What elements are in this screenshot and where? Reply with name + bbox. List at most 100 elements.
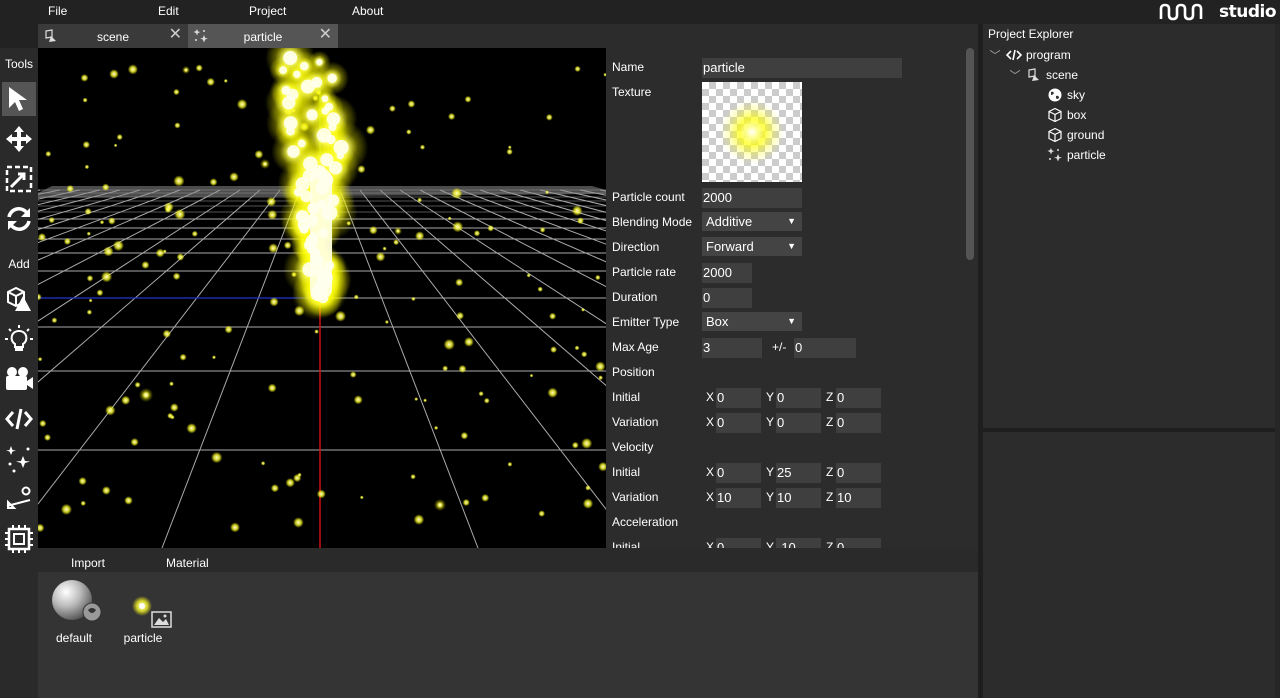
close-icon[interactable]: ✕ [169, 27, 182, 43]
grid-line [499, 189, 606, 222]
chevron-down-icon[interactable]: ﹀ [988, 47, 1002, 63]
acceleration-initial-z[interactable]: 0 [836, 538, 881, 548]
spark [526, 273, 531, 278]
tab-scene[interactable]: scene ✕ [38, 24, 188, 48]
tree-item-box[interactable]: box [1047, 106, 1086, 124]
asset-particle-texture[interactable]: particle [113, 580, 173, 645]
blending-mode-select[interactable]: Additive ▼ [702, 212, 802, 231]
max-age-field[interactable]: 3 [702, 338, 762, 358]
scale-tool-button[interactable] [2, 162, 36, 196]
spark [443, 338, 455, 351]
import-button[interactable]: Import [71, 556, 105, 570]
spark [574, 65, 581, 72]
y-tag: Y [766, 540, 775, 548]
velocity-initial-x[interactable]: 0 [716, 463, 761, 483]
y-tag: Y [766, 390, 775, 404]
spark [539, 227, 546, 233]
asset-particle-label: particle [123, 631, 163, 645]
texture-preview[interactable] [702, 82, 802, 182]
grid-line [379, 189, 606, 387]
position-initial-y[interactable]: 0 [776, 388, 821, 408]
spark [411, 296, 416, 302]
plume-core [297, 139, 306, 148]
spark [538, 510, 545, 517]
z-tag: Z [826, 540, 834, 548]
velocity-variation-x[interactable]: 10 [716, 488, 761, 508]
scrollbar-thumb[interactable] [966, 48, 974, 260]
asset-default-material[interactable]: default [44, 580, 104, 645]
velocity-initial-y[interactable]: 25 [776, 463, 821, 483]
add-light-button[interactable] [2, 322, 36, 356]
add-shape-button[interactable] [2, 282, 36, 316]
move-tool-button[interactable] [2, 122, 36, 156]
velocity-variation-z[interactable]: 10 [836, 488, 881, 508]
menu-file[interactable]: File [48, 4, 67, 18]
material-button[interactable]: Material [166, 556, 209, 570]
add-particles-button[interactable] [2, 442, 36, 476]
asset-default-label: default [55, 631, 93, 645]
plume-core [287, 145, 300, 158]
material-sphere-icon [52, 580, 102, 622]
tree-item-particle[interactable]: particle [1047, 146, 1106, 164]
add-chip-button[interactable] [2, 522, 36, 556]
duration-field[interactable]: 0 [702, 288, 752, 308]
tree-item-ground[interactable]: ground [1047, 126, 1104, 144]
add-physics-button[interactable] [2, 482, 36, 516]
spark [545, 190, 549, 195]
menu-edit[interactable]: Edit [158, 4, 179, 18]
plume-core [318, 228, 329, 238]
z-tag: Z [826, 490, 834, 504]
velocity-variation-y[interactable]: 10 [776, 488, 821, 508]
position-variation-x[interactable]: 0 [716, 413, 761, 433]
properties-scrollbar[interactable] [966, 48, 974, 548]
chevron-down-icon[interactable]: ﹀ [1008, 67, 1022, 83]
close-icon[interactable]: ✕ [319, 27, 332, 43]
y-tag: Y [766, 415, 775, 429]
y-tag: Y [766, 490, 775, 504]
particle-count-field[interactable]: 2000 [702, 188, 802, 208]
spark [434, 499, 446, 511]
emitter-type-select[interactable]: Box ▼ [702, 312, 802, 331]
spark [78, 477, 87, 486]
position-variation-z[interactable]: 0 [836, 413, 881, 433]
grid-line [38, 189, 41, 191]
app-logo: studio [1159, 1, 1277, 23]
tree-item-scene[interactable]: ﹀ scene [1008, 66, 1079, 84]
tab-particle[interactable]: particle ✕ [188, 24, 338, 48]
spark [63, 237, 71, 245]
spark [316, 489, 326, 499]
spark [483, 397, 490, 404]
viewport-canvas[interactable] [38, 48, 606, 548]
spark [547, 387, 558, 398]
velocity-initial-z[interactable]: 0 [836, 463, 881, 483]
tree-item-label: sky [1067, 88, 1085, 102]
menu-about[interactable]: About [352, 4, 383, 18]
particle-rate-field[interactable]: 2000 [702, 263, 752, 283]
menu-project[interactable]: Project [249, 4, 286, 18]
direction-select[interactable]: Forward ▼ [702, 237, 802, 256]
z-tag: Z [826, 390, 834, 404]
acceleration-initial-x[interactable]: 0 [716, 538, 761, 548]
spark [267, 209, 278, 220]
acceleration-initial-y[interactable]: -10 [776, 538, 821, 548]
tree-item-sky[interactable]: sky [1047, 86, 1085, 104]
spark [141, 261, 150, 269]
position-initial-z[interactable]: 0 [836, 388, 881, 408]
spark [462, 498, 470, 507]
spark [384, 320, 389, 324]
spark [167, 412, 174, 419]
select-tool-button[interactable] [2, 82, 36, 116]
position-variation-y[interactable]: 0 [776, 413, 821, 433]
add-script-button[interactable] [2, 402, 36, 436]
add-camera-button[interactable] [2, 362, 36, 396]
max-age-variation-field[interactable]: 0 [794, 338, 856, 358]
rotate-tool-button[interactable] [2, 202, 36, 236]
spark [423, 398, 427, 403]
scene-viewport[interactable] [38, 48, 606, 548]
plume-core [320, 153, 334, 167]
position-initial-x[interactable]: 0 [716, 388, 761, 408]
spark [48, 216, 55, 224]
tree-item-program[interactable]: ﹀ program [988, 46, 1071, 64]
name-field[interactable]: particle [702, 58, 902, 78]
spark [414, 397, 419, 401]
